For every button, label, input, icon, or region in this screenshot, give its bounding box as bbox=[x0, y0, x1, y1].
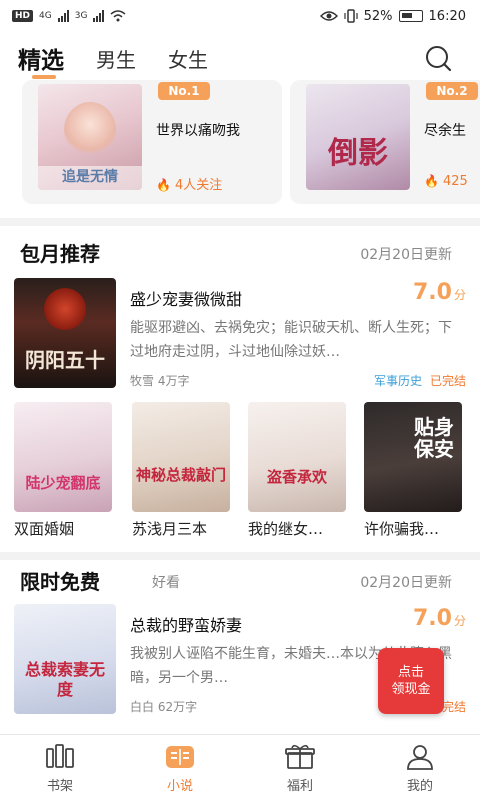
featured-book[interactable]: 阴阳五十 盛少宠妻微微甜 7.0 分 能驱邪避凶、去祸免灾；能识破天机、断人生死；… bbox=[0, 278, 480, 390]
cash-reward-button[interactable]: 点击 领现金 bbox=[378, 648, 444, 714]
cover-text: 阴阳五十 bbox=[25, 348, 105, 372]
search-icon[interactable] bbox=[424, 44, 452, 72]
reward-line-2: 领现金 bbox=[391, 682, 431, 697]
book-title: 总裁的野蛮娇妻 bbox=[130, 616, 243, 635]
section-header-monthly: 包月推荐 02月20日更新 bbox=[0, 238, 480, 270]
signal-label-3g: 3G bbox=[74, 11, 88, 21]
rank-badge: No.1 bbox=[158, 82, 210, 100]
update-date: 02月20日更新 bbox=[360, 575, 452, 591]
section-subtitle: 好看 bbox=[152, 575, 180, 591]
cover-text: 追是无情 bbox=[62, 169, 118, 185]
cover-text: 总裁索妻无度 bbox=[24, 660, 105, 699]
book-description: 能驱邪避凶、去祸免灾；能识破天机、断人生死；下过地府走过阴，斗过地仙除过妖… bbox=[130, 320, 452, 360]
nav-item-profile[interactable]: 我的 bbox=[360, 735, 480, 800]
book-title: 苏浅月三本 bbox=[132, 520, 208, 538]
book-item[interactable]: 贴身保安 许你骗我… bbox=[364, 402, 464, 539]
tab-featured[interactable]: 精选 bbox=[18, 41, 64, 79]
nav-item-novel[interactable]: 小说 bbox=[120, 735, 240, 800]
book-grid: 陆少宠翻底 双面婚姻 神秘总裁敲门 苏浅月三本 盗香承欢 我的继女… 贴身保安 … bbox=[0, 402, 480, 542]
author-wordcount: 白白 62万字 bbox=[130, 700, 198, 714]
book-title: 世界以痛吻我 bbox=[156, 123, 240, 139]
nav-item-bookshelf[interactable]: 书架 bbox=[0, 735, 120, 800]
signal-icon bbox=[57, 10, 69, 22]
ranking-card[interactable]: 追是无情 No.1 世界以痛吻我 🔥 4人关注 bbox=[22, 80, 282, 204]
signal-icon-2 bbox=[93, 10, 105, 22]
fire-icon: 🔥 bbox=[156, 178, 171, 192]
update-date: 02月20日更新 bbox=[360, 247, 452, 263]
book-cover: 神秘总裁敲门 bbox=[132, 402, 230, 512]
follow-count: 🔥 4人关注 bbox=[156, 178, 223, 193]
hd-indicator: HD bbox=[12, 10, 34, 22]
cover-text: 神秘总裁敲门 bbox=[135, 466, 226, 484]
bookshelf-icon bbox=[46, 744, 74, 768]
battery-icon bbox=[398, 10, 423, 22]
follow-count: 🔥 425 bbox=[424, 174, 468, 189]
author-wordcount: 牧雪 4万字 bbox=[130, 374, 190, 388]
book-cover: 追是无情 bbox=[38, 84, 142, 190]
ranking-card[interactable]: 倒影 No.2 尽余生 🔥 425 bbox=[290, 80, 480, 204]
signal-label-4g: 4G bbox=[39, 11, 52, 21]
tab-male[interactable]: 男生 bbox=[96, 44, 136, 73]
nav-item-welfare[interactable]: 福利 bbox=[240, 735, 360, 800]
cover-text: 陆少宠翻底 bbox=[25, 474, 101, 492]
nav-label: 我的 bbox=[406, 779, 433, 794]
cover-text: 贴身保安 bbox=[414, 415, 454, 461]
gift-icon bbox=[285, 744, 315, 769]
section-title: 包月推荐 bbox=[20, 242, 100, 266]
book-item[interactable]: 陆少宠翻底 双面婚姻 bbox=[14, 402, 114, 539]
section-divider bbox=[0, 218, 480, 226]
tab-female[interactable]: 女生 bbox=[168, 44, 208, 73]
rank-badge: No.2 bbox=[426, 82, 478, 100]
cover-text: 倒影 bbox=[328, 136, 388, 171]
section-header-free: 限时免费 好看 02月20日更新 bbox=[0, 566, 480, 598]
book-title: 双面婚姻 bbox=[14, 520, 75, 538]
book-title: 许你骗我… bbox=[364, 520, 440, 538]
clock: 16:20 bbox=[428, 8, 466, 24]
reward-line-1: 点击 bbox=[397, 665, 424, 680]
novel-icon bbox=[166, 746, 194, 768]
status-tag: 已完结 bbox=[429, 374, 466, 388]
nav-label: 书架 bbox=[46, 779, 73, 794]
book-score: 7.0 分 bbox=[413, 606, 466, 631]
bottom-navigation: 书架 小说 福利 我的 bbox=[0, 734, 480, 800]
book-cover: 阴阳五十 bbox=[14, 278, 116, 388]
nav-label: 小说 bbox=[166, 779, 193, 794]
book-cover: 盗香承欢 bbox=[248, 402, 346, 512]
cover-text: 盗香承欢 bbox=[266, 468, 327, 486]
book-cover: 总裁索妻无度 bbox=[14, 604, 116, 714]
book-cover: 倒影 bbox=[306, 84, 410, 190]
book-item[interactable]: 神秘总裁敲门 苏浅月三本 bbox=[132, 402, 232, 539]
genre-tag: 军事历史 bbox=[373, 374, 422, 388]
nav-label: 福利 bbox=[286, 779, 313, 794]
book-title: 我的继女… bbox=[248, 520, 324, 538]
wifi-icon bbox=[110, 10, 126, 22]
section-title: 限时免费 bbox=[20, 570, 100, 594]
section-divider bbox=[0, 552, 480, 560]
book-cover: 贴身保安 bbox=[364, 402, 462, 512]
book-item[interactable]: 盗香承欢 我的继女… bbox=[248, 402, 348, 539]
status-tag: 完结 bbox=[441, 700, 466, 714]
book-tags: 军事历史 已完结 bbox=[374, 372, 466, 389]
category-tabs: 精选 男生 女生 bbox=[0, 36, 480, 80]
book-score: 7.0 分 bbox=[413, 280, 466, 305]
profile-icon bbox=[407, 745, 433, 770]
status-bar: HD 4G 3G 52% 16:20 bbox=[0, 0, 480, 32]
eye-icon bbox=[319, 11, 338, 21]
book-title: 盛少宠妻微微甜 bbox=[130, 290, 243, 309]
book-title: 尽余生 bbox=[424, 123, 466, 139]
battery-percent: 52% bbox=[363, 8, 393, 24]
book-cover: 陆少宠翻底 bbox=[14, 402, 112, 512]
fire-icon: 🔥 bbox=[424, 174, 439, 188]
ranking-carousel[interactable]: 追是无情 No.1 世界以痛吻我 🔥 4人关注 倒影 No.2 尽余生 🔥 425 bbox=[0, 80, 480, 210]
vibrate-icon bbox=[344, 9, 358, 23]
